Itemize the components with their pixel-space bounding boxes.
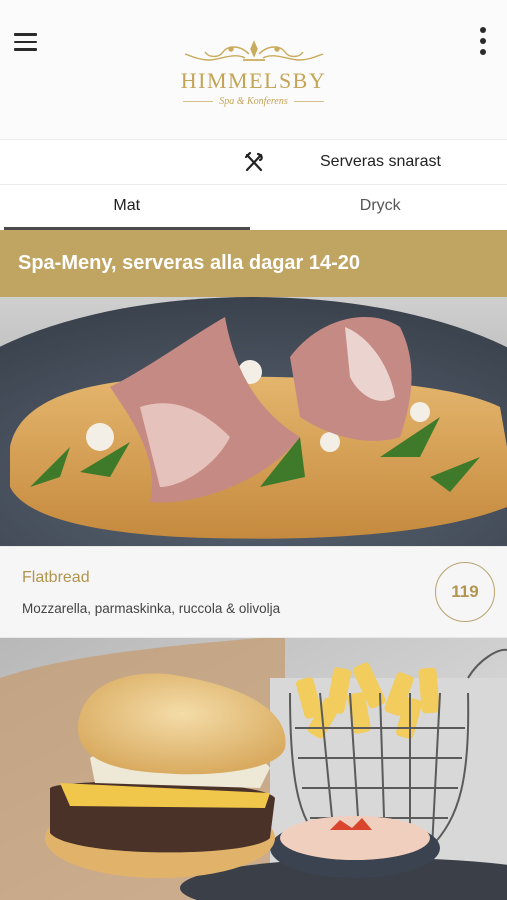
flatbread-image[interactable] (0, 297, 507, 547)
service-mode-label: Serveras snarast (320, 153, 441, 170)
app-header: HIMMELSBY Spa & Konferens (0, 0, 507, 140)
divider (183, 101, 214, 102)
tab-mat[interactable]: Mat (0, 185, 254, 230)
price-badge: 119 (435, 562, 495, 622)
fork-knife-icon (244, 151, 263, 172)
logo-subtitle: Spa & Konferens (219, 96, 288, 107)
menu-tabs: Mat Dryck (0, 185, 507, 230)
himmelsby-logo: HIMMELSBY Spa & Konferens (150, 40, 357, 124)
burger-image[interactable] (0, 638, 507, 900)
logo-title: HIMMELSBY (180, 68, 327, 93)
more-options-icon[interactable] (475, 26, 491, 56)
crown-ornament-icon (184, 40, 323, 61)
tab-dryck[interactable]: Dryck (254, 185, 507, 230)
divider (293, 101, 324, 102)
hamburger-menu-icon[interactable] (14, 30, 42, 54)
menu-section-header: Spa-Meny, serveras alla dagar 14-20 (0, 230, 507, 297)
menu-item-card[interactable]: Flatbread Mozzarella, parmaskinka, rucco… (0, 546, 507, 638)
section-title: Spa-Meny, serveras alla dagar 14-20 (18, 252, 361, 274)
item-description: Mozzarella, parmaskinka, ruccola & olivo… (22, 601, 281, 616)
item-name: Flatbread (22, 569, 90, 586)
service-mode-bar[interactable]: Serveras snarast (0, 141, 507, 185)
